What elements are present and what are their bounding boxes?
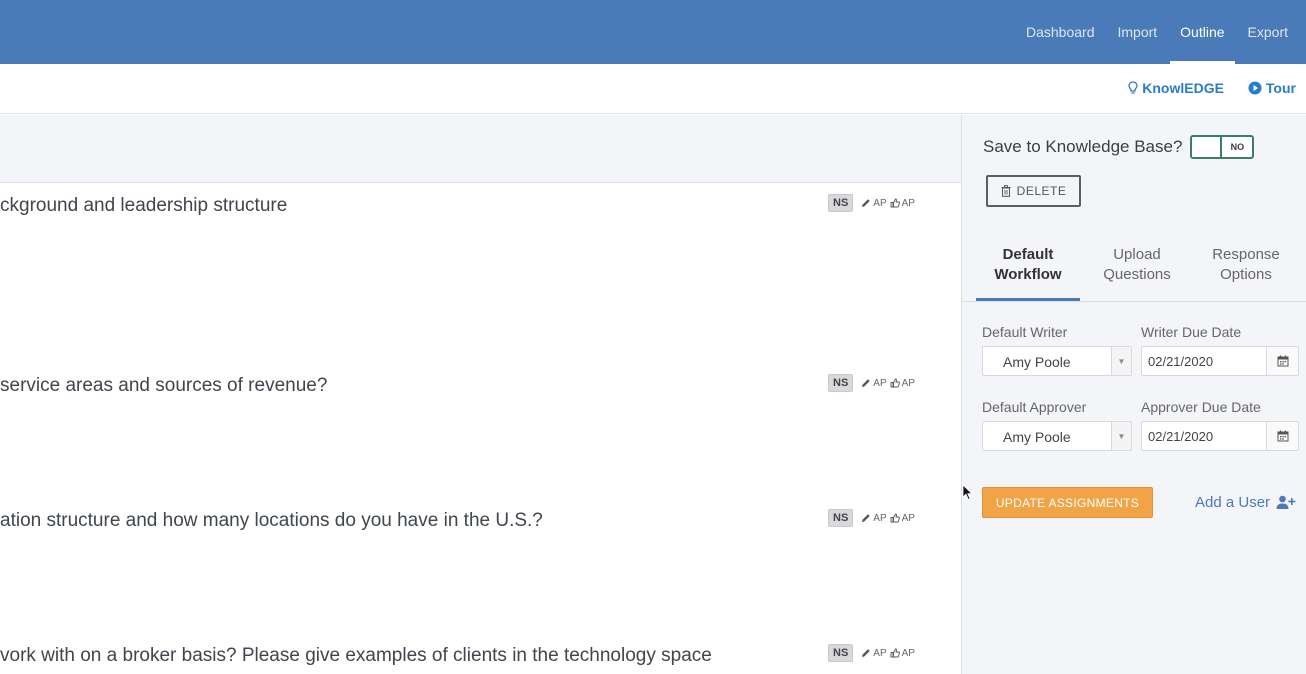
trash-icon <box>1001 185 1011 197</box>
approver-initials: AP <box>901 197 915 209</box>
knowledge-base-label: Save to Knowledge Base? <box>983 137 1183 156</box>
pencil-icon <box>862 199 870 207</box>
question-list: ckground and leadership structure NS AP … <box>0 115 961 674</box>
writer-assignee[interactable]: AP <box>861 197 887 209</box>
toggle-knob <box>1192 137 1223 157</box>
default-writer-label: Default Writer <box>982 324 1068 340</box>
default-approver-select[interactable]: Amy Poole ▼ <box>982 421 1132 451</box>
tab-label-line2: Workflow <box>994 266 1062 283</box>
status-badge: NS <box>828 374 854 392</box>
lightbulb-icon <box>1128 81 1138 94</box>
thumbs-up-icon <box>890 378 900 388</box>
toggle-state: NO <box>1230 142 1245 152</box>
assignment-sidebar: Save to Knowledge Base? NO DELETE Defaul… <box>961 115 1306 674</box>
tab-label-line1: Response <box>1212 246 1280 263</box>
writer-due-date-field[interactable]: 02/21/2020 <box>1141 346 1299 376</box>
knowledge-base-toggle[interactable]: NO <box>1190 135 1255 159</box>
question-text[interactable]: service areas and sources of revenue? <box>0 375 327 397</box>
question-text[interactable]: ation structure and how many locations d… <box>0 510 543 532</box>
add-user-label: Add a User <box>1195 494 1271 511</box>
approver-assignee[interactable]: AP <box>890 198 915 209</box>
active-tab-indicator <box>976 298 1080 301</box>
tab-label-line2: Options <box>1220 266 1272 283</box>
approver-initials: AP <box>901 647 915 659</box>
question-meta: NS AP AP <box>828 374 915 392</box>
writer-initials: AP <box>873 377 887 389</box>
list-header <box>0 115 961 183</box>
approver-due-date-label: Approver Due Date <box>1141 399 1261 415</box>
pencil-icon <box>862 649 870 657</box>
nav-dashboard[interactable]: Dashboard <box>1016 0 1105 64</box>
top-header: Dashboard Import Outline Export <box>0 0 1306 64</box>
writer-assignee[interactable]: AP <box>861 377 887 389</box>
thumbs-up-icon <box>890 648 900 658</box>
nav-export[interactable]: Export <box>1238 0 1298 64</box>
chevron-down-icon: ▼ <box>1111 347 1131 375</box>
tab-upload-questions[interactable]: Upload Questions <box>1087 245 1187 285</box>
nav-outline[interactable]: Outline <box>1170 0 1235 64</box>
tab-default-workflow[interactable]: Default Workflow <box>976 245 1080 285</box>
tour-link[interactable]: Tour <box>1248 80 1296 96</box>
add-user-link[interactable]: Add a User <box>1195 494 1296 511</box>
pencil-icon <box>862 514 870 522</box>
knowledge-link[interactable]: KnowlEDGE <box>1128 80 1224 96</box>
writer-initials: AP <box>873 512 887 524</box>
approver-assignee[interactable]: AP <box>890 648 915 659</box>
approver-due-date-value: 02/21/2020 <box>1148 429 1214 444</box>
user-plus-icon <box>1276 495 1296 509</box>
approver-assignee[interactable]: AP <box>890 513 915 524</box>
tab-label-line2: Questions <box>1103 266 1171 283</box>
thumbs-up-icon <box>890 513 900 523</box>
nav-import[interactable]: Import <box>1107 0 1167 64</box>
approver-due-date-field[interactable]: 02/21/2020 <box>1141 421 1299 451</box>
chevron-down-icon: ▼ <box>1111 422 1131 450</box>
tab-response-options[interactable]: Response Options <box>1196 245 1296 285</box>
calendar-icon[interactable] <box>1266 422 1298 450</box>
top-nav: Dashboard Import Outline Export <box>1013 0 1306 64</box>
pencil-icon <box>862 379 870 387</box>
mouse-cursor-icon <box>962 484 973 501</box>
writer-due-date-value: 02/21/2020 <box>1148 354 1214 369</box>
status-badge: NS <box>828 194 854 212</box>
writer-initials: AP <box>873 197 887 209</box>
knowledge-link-label: KnowlEDGE <box>1142 80 1224 96</box>
question-text[interactable]: ckground and leadership structure <box>0 195 287 217</box>
status-badge: NS <box>828 644 854 662</box>
question-meta: NS AP AP <box>828 644 915 662</box>
writer-assignee[interactable]: AP <box>861 647 887 659</box>
default-approver-label: Default Approver <box>982 399 1087 415</box>
tab-label-line1: Default <box>1002 246 1054 263</box>
delete-button[interactable]: DELETE <box>986 175 1081 207</box>
question-meta: NS AP AP <box>828 194 915 212</box>
default-approver-value: Amy Poole <box>1003 429 1071 445</box>
thumbs-up-icon <box>890 198 900 208</box>
approver-assignee[interactable]: AP <box>890 378 915 389</box>
calendar-icon[interactable] <box>1266 347 1298 375</box>
writer-due-date-label: Writer Due Date <box>1141 324 1242 340</box>
question-meta: NS AP AP <box>828 509 915 527</box>
sidebar-tabs: Default Workflow Upload Questions Respon… <box>962 235 1306 302</box>
tab-label-line1: Upload <box>1113 246 1161 263</box>
writer-initials: AP <box>873 647 887 659</box>
writer-assignee[interactable]: AP <box>861 512 887 524</box>
tour-link-label: Tour <box>1265 80 1296 96</box>
approver-initials: AP <box>901 512 915 524</box>
approver-initials: AP <box>901 377 915 389</box>
delete-label: DELETE <box>1016 184 1067 198</box>
play-circle-icon <box>1248 81 1262 95</box>
sub-header: KnowlEDGE Tour <box>0 64 1306 114</box>
default-writer-select[interactable]: Amy Poole ▼ <box>982 346 1132 376</box>
question-text[interactable]: vork with on a broker basis? Please give… <box>0 645 712 667</box>
knowledge-base-row: Save to Knowledge Base? NO <box>983 135 1255 159</box>
update-assignments-button[interactable]: UPDATE ASSIGNMENTS <box>982 487 1153 518</box>
status-badge: NS <box>828 509 854 527</box>
default-writer-value: Amy Poole <box>1003 354 1071 370</box>
